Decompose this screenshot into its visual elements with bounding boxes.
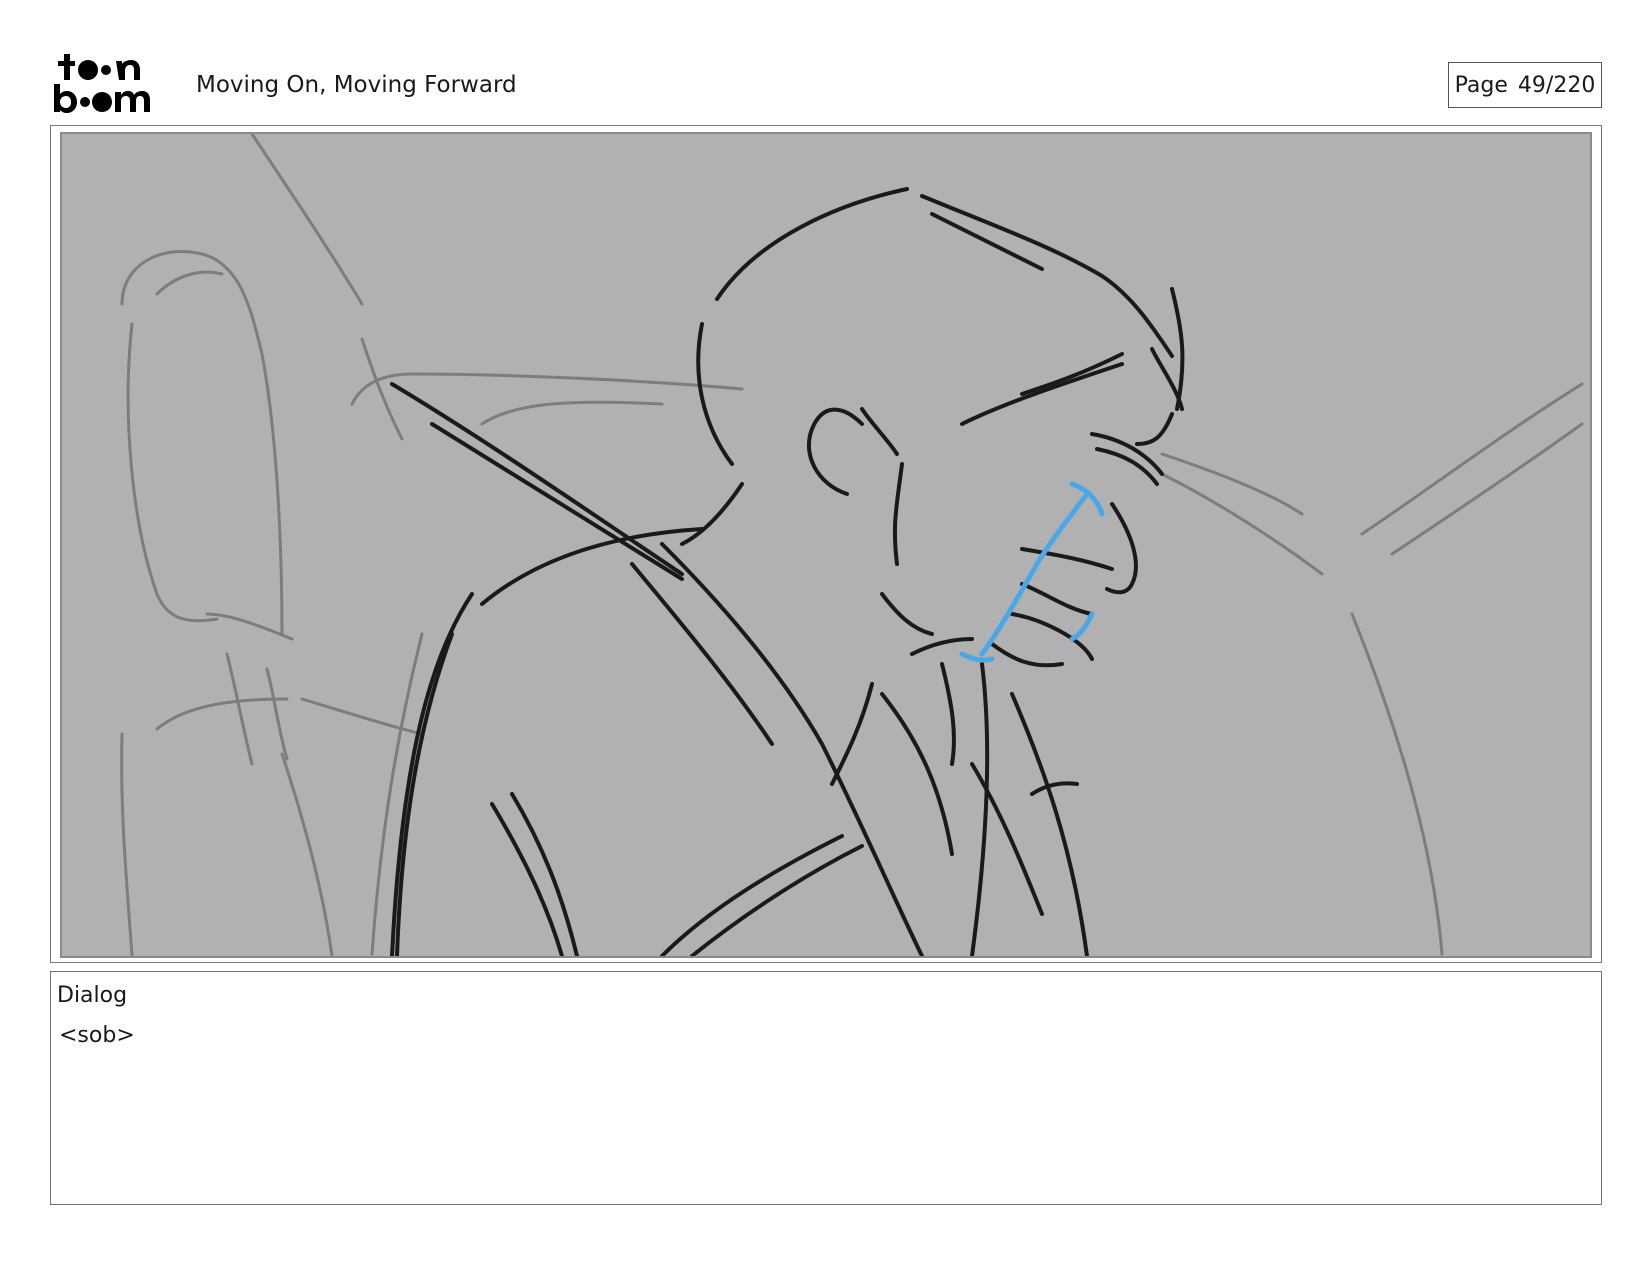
background-sketch-lines bbox=[120, 134, 1584, 956]
tear-lines bbox=[959, 481, 1105, 663]
storyboard-sketch bbox=[120, 134, 1584, 956]
character-lines bbox=[390, 187, 1185, 956]
toonboom-logo-mark bbox=[54, 54, 150, 113]
document-title: Moving On, Moving Forward bbox=[196, 72, 517, 98]
page-indicator: Page 49/220 bbox=[1448, 62, 1602, 108]
page-label: Page bbox=[1454, 72, 1508, 98]
dialog-label: Dialog bbox=[57, 983, 128, 1008]
toonboom-logo bbox=[52, 52, 170, 114]
storyboard-panel-image bbox=[60, 132, 1592, 958]
page-number: 49/220 bbox=[1517, 72, 1596, 98]
dialog-text: <sob> bbox=[59, 1023, 135, 1048]
dialog-box: Dialog <sob> bbox=[50, 971, 1602, 1205]
